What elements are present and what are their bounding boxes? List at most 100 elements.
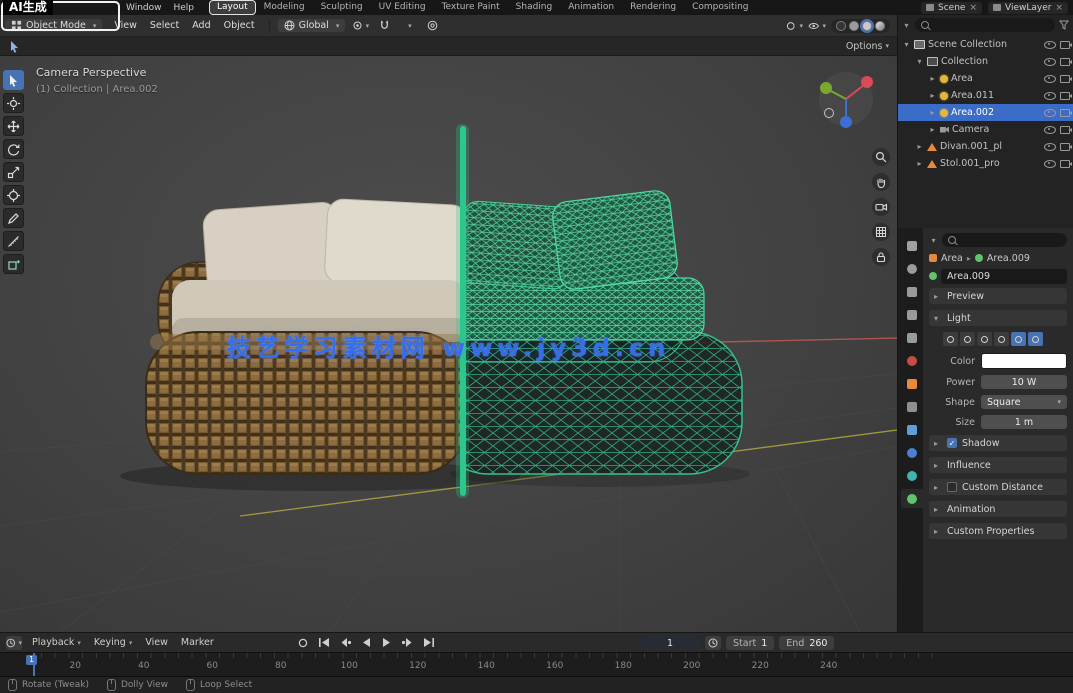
transform-orientation-selector[interactable]: Global — [278, 19, 346, 32]
custom-distance-checkbox[interactable] — [947, 482, 957, 492]
snap-settings-dropdown[interactable] — [399, 18, 417, 34]
outliner-row[interactable]: Camera — [898, 121, 1073, 138]
gizmo-negative-axis[interactable] — [825, 109, 834, 118]
transform-tool[interactable] — [3, 185, 24, 205]
disable-render-icon[interactable] — [1060, 143, 1070, 151]
power-field[interactable]: 10 W — [981, 375, 1067, 389]
workspace-tab[interactable]: Texture Paint — [435, 1, 507, 14]
disable-render-icon[interactable] — [1060, 109, 1070, 117]
play-button[interactable] — [378, 636, 396, 650]
expand-icon[interactable] — [915, 159, 924, 168]
play-reverse-button[interactable] — [357, 636, 375, 650]
light-type-button-sun[interactable] — [960, 332, 975, 346]
properties-filter-icon[interactable] — [929, 236, 938, 245]
add-cube-tool[interactable] — [3, 254, 24, 274]
gizmo-z-axis[interactable] — [840, 116, 852, 128]
timeline-ruler[interactable]: 20406080100120140160180200220240 1 — [0, 652, 1073, 677]
light-type-button-spot[interactable] — [977, 332, 992, 346]
measure-tool[interactable] — [3, 231, 24, 251]
section-custom-distance[interactable]: ▸ Custom Distance — [929, 479, 1067, 495]
disable-render-icon[interactable] — [1060, 41, 1070, 49]
expand-icon[interactable] — [915, 57, 924, 66]
toggle-grid-button[interactable] — [872, 223, 890, 241]
overlays-dropdown[interactable] — [808, 18, 826, 34]
viewport-menu[interactable]: Object — [218, 19, 261, 33]
outliner-row[interactable]: Area — [898, 70, 1073, 87]
workspace-tab[interactable]: Modeling — [257, 1, 312, 14]
properties-tab-scene[interactable] — [901, 328, 923, 347]
workspace-tab[interactable]: Layout — [210, 1, 255, 14]
expand-icon[interactable] — [902, 40, 911, 49]
main-menu[interactable]: Help — [168, 1, 201, 15]
gizmo-x-axis[interactable] — [861, 76, 873, 88]
section-shadow[interactable]: ▸ Shadow — [929, 435, 1067, 451]
hide-viewport-icon[interactable] — [1044, 41, 1056, 49]
viewport-menu[interactable]: Add — [186, 19, 216, 33]
pivot-point-selector[interactable] — [351, 18, 369, 34]
outliner-row[interactable]: Collection — [898, 53, 1073, 70]
navigation-gizmo[interactable] — [815, 68, 877, 130]
current-frame-field[interactable]: 1 — [640, 636, 700, 650]
hide-viewport-icon[interactable] — [1044, 58, 1056, 66]
mode-selector[interactable]: Object Mode — [5, 19, 102, 32]
properties-tab-render[interactable] — [901, 259, 923, 278]
section-light[interactable]: ▾ Light — [929, 310, 1067, 326]
pan-button[interactable] — [872, 173, 890, 191]
gizmo-y-axis[interactable] — [820, 82, 832, 94]
timeline-menu[interactable]: View — [139, 636, 174, 650]
scale-tool[interactable] — [3, 162, 24, 182]
start-frame-field[interactable]: Start 1 — [726, 636, 774, 650]
properties-tab-modifiers[interactable] — [901, 397, 923, 416]
workspace-tab[interactable]: Rendering — [623, 1, 683, 14]
snap-toggle[interactable] — [375, 18, 393, 34]
viewport-3d[interactable]: Camera Perspective (1) Collection | Area… — [0, 56, 897, 632]
hide-viewport-icon[interactable] — [1044, 75, 1056, 83]
outliner-row[interactable]: Scene Collection — [898, 36, 1073, 53]
hide-viewport-icon[interactable] — [1044, 160, 1056, 168]
cursor-tool[interactable] — [3, 93, 24, 113]
size-field[interactable]: 1 m — [981, 415, 1067, 429]
rotate-tool[interactable] — [3, 139, 24, 159]
viewport-menu[interactable]: Select — [144, 19, 185, 33]
zoom-button[interactable] — [872, 148, 890, 166]
properties-tab-particles[interactable] — [901, 420, 923, 439]
datablock-name-field[interactable]: Area.009 — [941, 269, 1067, 284]
main-menu[interactable]: Window — [120, 1, 168, 15]
properties-tab-view-layer[interactable] — [901, 305, 923, 324]
disable-render-icon[interactable] — [1060, 92, 1070, 100]
properties-tab-object[interactable] — [901, 374, 923, 393]
end-frame-field[interactable]: End 260 — [779, 636, 834, 650]
properties-tab-tool[interactable] — [901, 236, 923, 255]
viewport-menu[interactable]: View — [108, 19, 143, 33]
hide-viewport-icon[interactable] — [1044, 92, 1056, 100]
light-type-button-point[interactable] — [943, 332, 958, 346]
breadcrumb-data[interactable]: Area.009 — [987, 253, 1030, 264]
workspace-tab[interactable]: Shading — [509, 1, 560, 14]
use-preview-range-toggle[interactable] — [705, 636, 721, 650]
previous-keyframe-button[interactable] — [336, 636, 354, 650]
expand-icon[interactable] — [928, 74, 937, 83]
filter-icon[interactable] — [1059, 20, 1069, 30]
disable-render-icon[interactable] — [1060, 75, 1070, 83]
properties-tab-physics[interactable] — [901, 443, 923, 462]
section-preview[interactable]: ▸ Preview — [929, 288, 1067, 304]
expand-icon[interactable] — [915, 142, 924, 151]
light-type-button-specular[interactable] — [1028, 332, 1043, 346]
shading-wireframe-button[interactable] — [836, 21, 846, 31]
annotate-tool[interactable] — [3, 208, 24, 228]
section-influence[interactable]: ▸ Influence — [929, 457, 1067, 473]
select-box-tool[interactable] — [3, 70, 24, 90]
shading-rendered-button[interactable] — [875, 21, 885, 31]
outliner-search-input[interactable] — [933, 20, 1049, 30]
show-gizmo-dropdown[interactable] — [785, 18, 803, 34]
hide-viewport-icon[interactable] — [1044, 143, 1056, 151]
section-animation[interactable]: ▸ Animation — [929, 501, 1067, 517]
properties-tab-output[interactable] — [901, 282, 923, 301]
properties-tab-world[interactable] — [901, 351, 923, 370]
timeline-menu[interactable]: Playback — [26, 636, 87, 650]
workspace-tab[interactable]: Animation — [561, 1, 621, 14]
color-swatch[interactable] — [981, 353, 1067, 369]
viewlayer-selector[interactable]: ViewLayer × — [988, 2, 1068, 14]
shading-material-button[interactable] — [862, 21, 872, 31]
proportional-edit-toggle[interactable] — [423, 18, 441, 34]
